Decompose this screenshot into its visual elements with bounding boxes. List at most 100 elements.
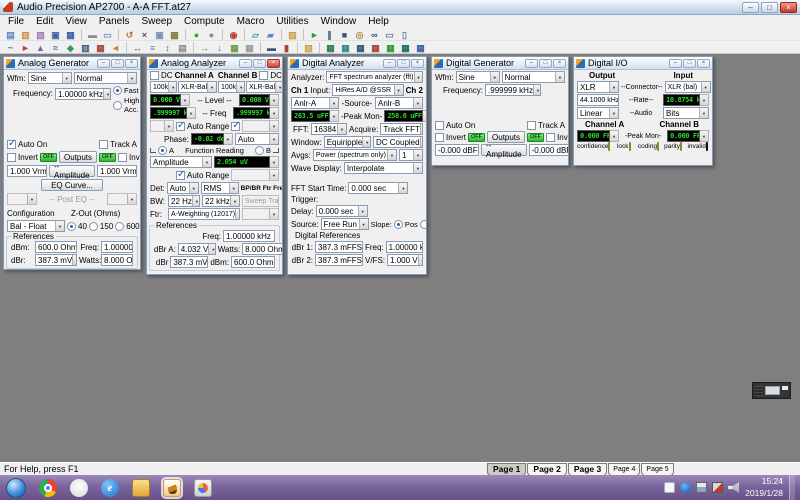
function-a-radio[interactable]: [158, 146, 167, 155]
monitor-icon[interactable]: ▬: [265, 42, 278, 54]
sweep-icon[interactable]: ↔: [131, 42, 144, 54]
menu-file[interactable]: File: [2, 16, 30, 27]
start-monitors-icon[interactable]: ●: [190, 29, 203, 41]
fft-size-select[interactable]: 16384: [311, 123, 347, 135]
pause-macro-icon[interactable]: ∥: [323, 29, 336, 41]
bw-high-select[interactable]: 22 kHz: [202, 195, 240, 207]
dbr1-ref-field[interactable]: 387.3 mFFS: [315, 241, 363, 253]
settling-panel-icon[interactable]: ◆: [64, 42, 77, 54]
amplitude-b-field[interactable]: -0.000 dBFS: [529, 144, 569, 156]
filter-select[interactable]: A-Weighting (12017): [168, 208, 240, 220]
range-b-select[interactable]: 100k: [218, 81, 245, 93]
waveform-mode-select[interactable]: Normal: [74, 72, 137, 84]
minimize-icon[interactable]: –: [383, 59, 396, 68]
freq-a-arrow[interactable]: [187, 107, 196, 119]
digital-generator-panel-icon[interactable]: ≈: [49, 42, 62, 54]
quick-panel-5-icon[interactable]: ▦: [384, 42, 397, 54]
input-a-select[interactable]: XLR-Bal: [178, 81, 217, 93]
detector-select[interactable]: Auto: [167, 182, 199, 194]
phase-mode-select[interactable]: Auto: [235, 133, 279, 145]
detector-mode-select[interactable]: RMS: [201, 182, 239, 194]
paste-icon[interactable]: ▩: [168, 29, 181, 41]
cut-icon[interactable]: ×: [138, 29, 151, 41]
minimize-icon[interactable]: –: [742, 2, 759, 13]
averages-count-select[interactable]: 1: [399, 149, 423, 161]
compute-icon[interactable]: ▤: [176, 42, 189, 54]
dbm-ref-field[interactable]: 600.0 Ohms: [231, 256, 275, 268]
dc-a-checkbox[interactable]: [150, 71, 159, 80]
function-b-radio[interactable]: [255, 146, 264, 155]
analog-analyzer-panel-icon[interactable]: ►: [19, 42, 32, 54]
step-macro-icon[interactable]: ◎: [353, 29, 366, 41]
regulation-icon[interactable]: ↕: [161, 42, 174, 54]
zout-150-radio[interactable]: [89, 222, 98, 231]
sweep-stop-icon[interactable]: ↓: [213, 42, 226, 54]
quick-panel-6-icon[interactable]: ▦: [399, 42, 412, 54]
maximize-icon[interactable]: □: [253, 59, 266, 68]
track-a-checkbox[interactable]: [527, 121, 536, 130]
peak-a-arrow[interactable]: [330, 110, 339, 122]
save-all-icon[interactable]: ▦: [64, 29, 77, 41]
chrome-icon[interactable]: [39, 479, 57, 497]
configuration-select[interactable]: Bal - Float: [7, 220, 65, 232]
speaker-panel-icon[interactable]: ◄: [109, 42, 122, 54]
file-explorer-icon[interactable]: [132, 479, 150, 497]
watts-ref-field[interactable]: 8.000 Ohms: [242, 243, 283, 255]
waveform-mode-select[interactable]: Normal: [502, 71, 565, 83]
panel-titlebar[interactable]: Digital Analyzer –□×: [288, 57, 426, 70]
print-icon[interactable]: ▬: [86, 29, 99, 41]
freq-b-arrow[interactable]: [270, 107, 279, 119]
fast-radio[interactable]: [113, 86, 122, 95]
frequency-select[interactable]: .999999 kHz: [485, 84, 541, 96]
analyzer-select[interactable]: FFT spectrum analyzer (fft): [326, 71, 423, 83]
waveform-select[interactable]: Sine: [28, 72, 72, 84]
close-icon[interactable]: ×: [697, 59, 710, 68]
level-a-arrow[interactable]: [181, 94, 190, 106]
trigger-source-select[interactable]: Free Run: [321, 218, 369, 230]
volume-icon[interactable]: [728, 482, 739, 493]
auto-on-checkbox[interactable]: [7, 140, 16, 149]
quick-panel-7-icon[interactable]: ▦: [414, 42, 427, 54]
floating-remote-widget[interactable]: [752, 382, 791, 399]
coupling-select[interactable]: DC Coupled: [373, 136, 423, 148]
sync-panel-icon[interactable]: ▦: [94, 42, 107, 54]
widget-button[interactable]: [782, 386, 788, 390]
switch-window-icon[interactable]: ▭: [383, 29, 396, 41]
peak-b-arrow[interactable]: [700, 130, 709, 142]
sweep-go-icon[interactable]: →: [198, 42, 211, 54]
ap2700-taskbar-icon[interactable]: [163, 479, 181, 497]
peak-a-arrow[interactable]: [610, 130, 619, 142]
learn-mode-icon[interactable]: ▰: [264, 29, 277, 41]
menu-macro[interactable]: Macro: [231, 16, 271, 27]
zout-600-radio[interactable]: [115, 222, 124, 231]
internet-explorer-icon[interactable]: e: [101, 479, 119, 497]
minimize-icon[interactable]: –: [239, 59, 252, 68]
quick-panel-3-icon[interactable]: ▦: [354, 42, 367, 54]
quick-panel-1-icon[interactable]: ▦: [324, 42, 337, 54]
input-connector-select[interactable]: XLR (bal): [665, 81, 711, 93]
watts-ref-field[interactable]: 8.000 Ohms: [101, 254, 133, 266]
phase-arrow[interactable]: [224, 133, 233, 145]
menu-window[interactable]: Window: [315, 16, 363, 27]
dbra-ref-field[interactable]: 4.032 V: [178, 243, 216, 255]
dbr-ref-field[interactable]: 387.3 mV: [35, 254, 77, 266]
panel-titlebar[interactable]: Analog Generator –□×: [4, 57, 140, 70]
panel-titlebar[interactable]: Analog Analyzer –□×: [147, 57, 282, 70]
maximize-icon[interactable]: □: [111, 59, 124, 68]
input-audio-select[interactable]: Bits: [663, 107, 709, 119]
bar-graph-icon[interactable]: ▮: [280, 42, 293, 54]
undo-icon[interactable]: ↺: [123, 29, 136, 41]
trigger-delay-field[interactable]: 0.000 sec: [316, 205, 368, 217]
source-a-select[interactable]: Anlr-A: [291, 97, 339, 109]
maximize-icon[interactable]: □: [683, 59, 696, 68]
high-acc-radio[interactable]: [113, 101, 122, 110]
amplitude-a-field[interactable]: 1.000 Vrms: [7, 165, 47, 177]
invert-a-checkbox[interactable]: [7, 153, 16, 162]
menu-help[interactable]: Help: [362, 16, 395, 27]
watch-icon[interactable]: ∞: [368, 29, 381, 41]
panel-titlebar[interactable]: Digital Generator –□×: [432, 57, 568, 70]
menu-view[interactable]: View: [59, 16, 93, 27]
quick-panel-4-icon[interactable]: ▦: [369, 42, 382, 54]
page-setup-icon[interactable]: ▧: [302, 42, 315, 54]
invert-b-checkbox[interactable]: [546, 133, 555, 142]
